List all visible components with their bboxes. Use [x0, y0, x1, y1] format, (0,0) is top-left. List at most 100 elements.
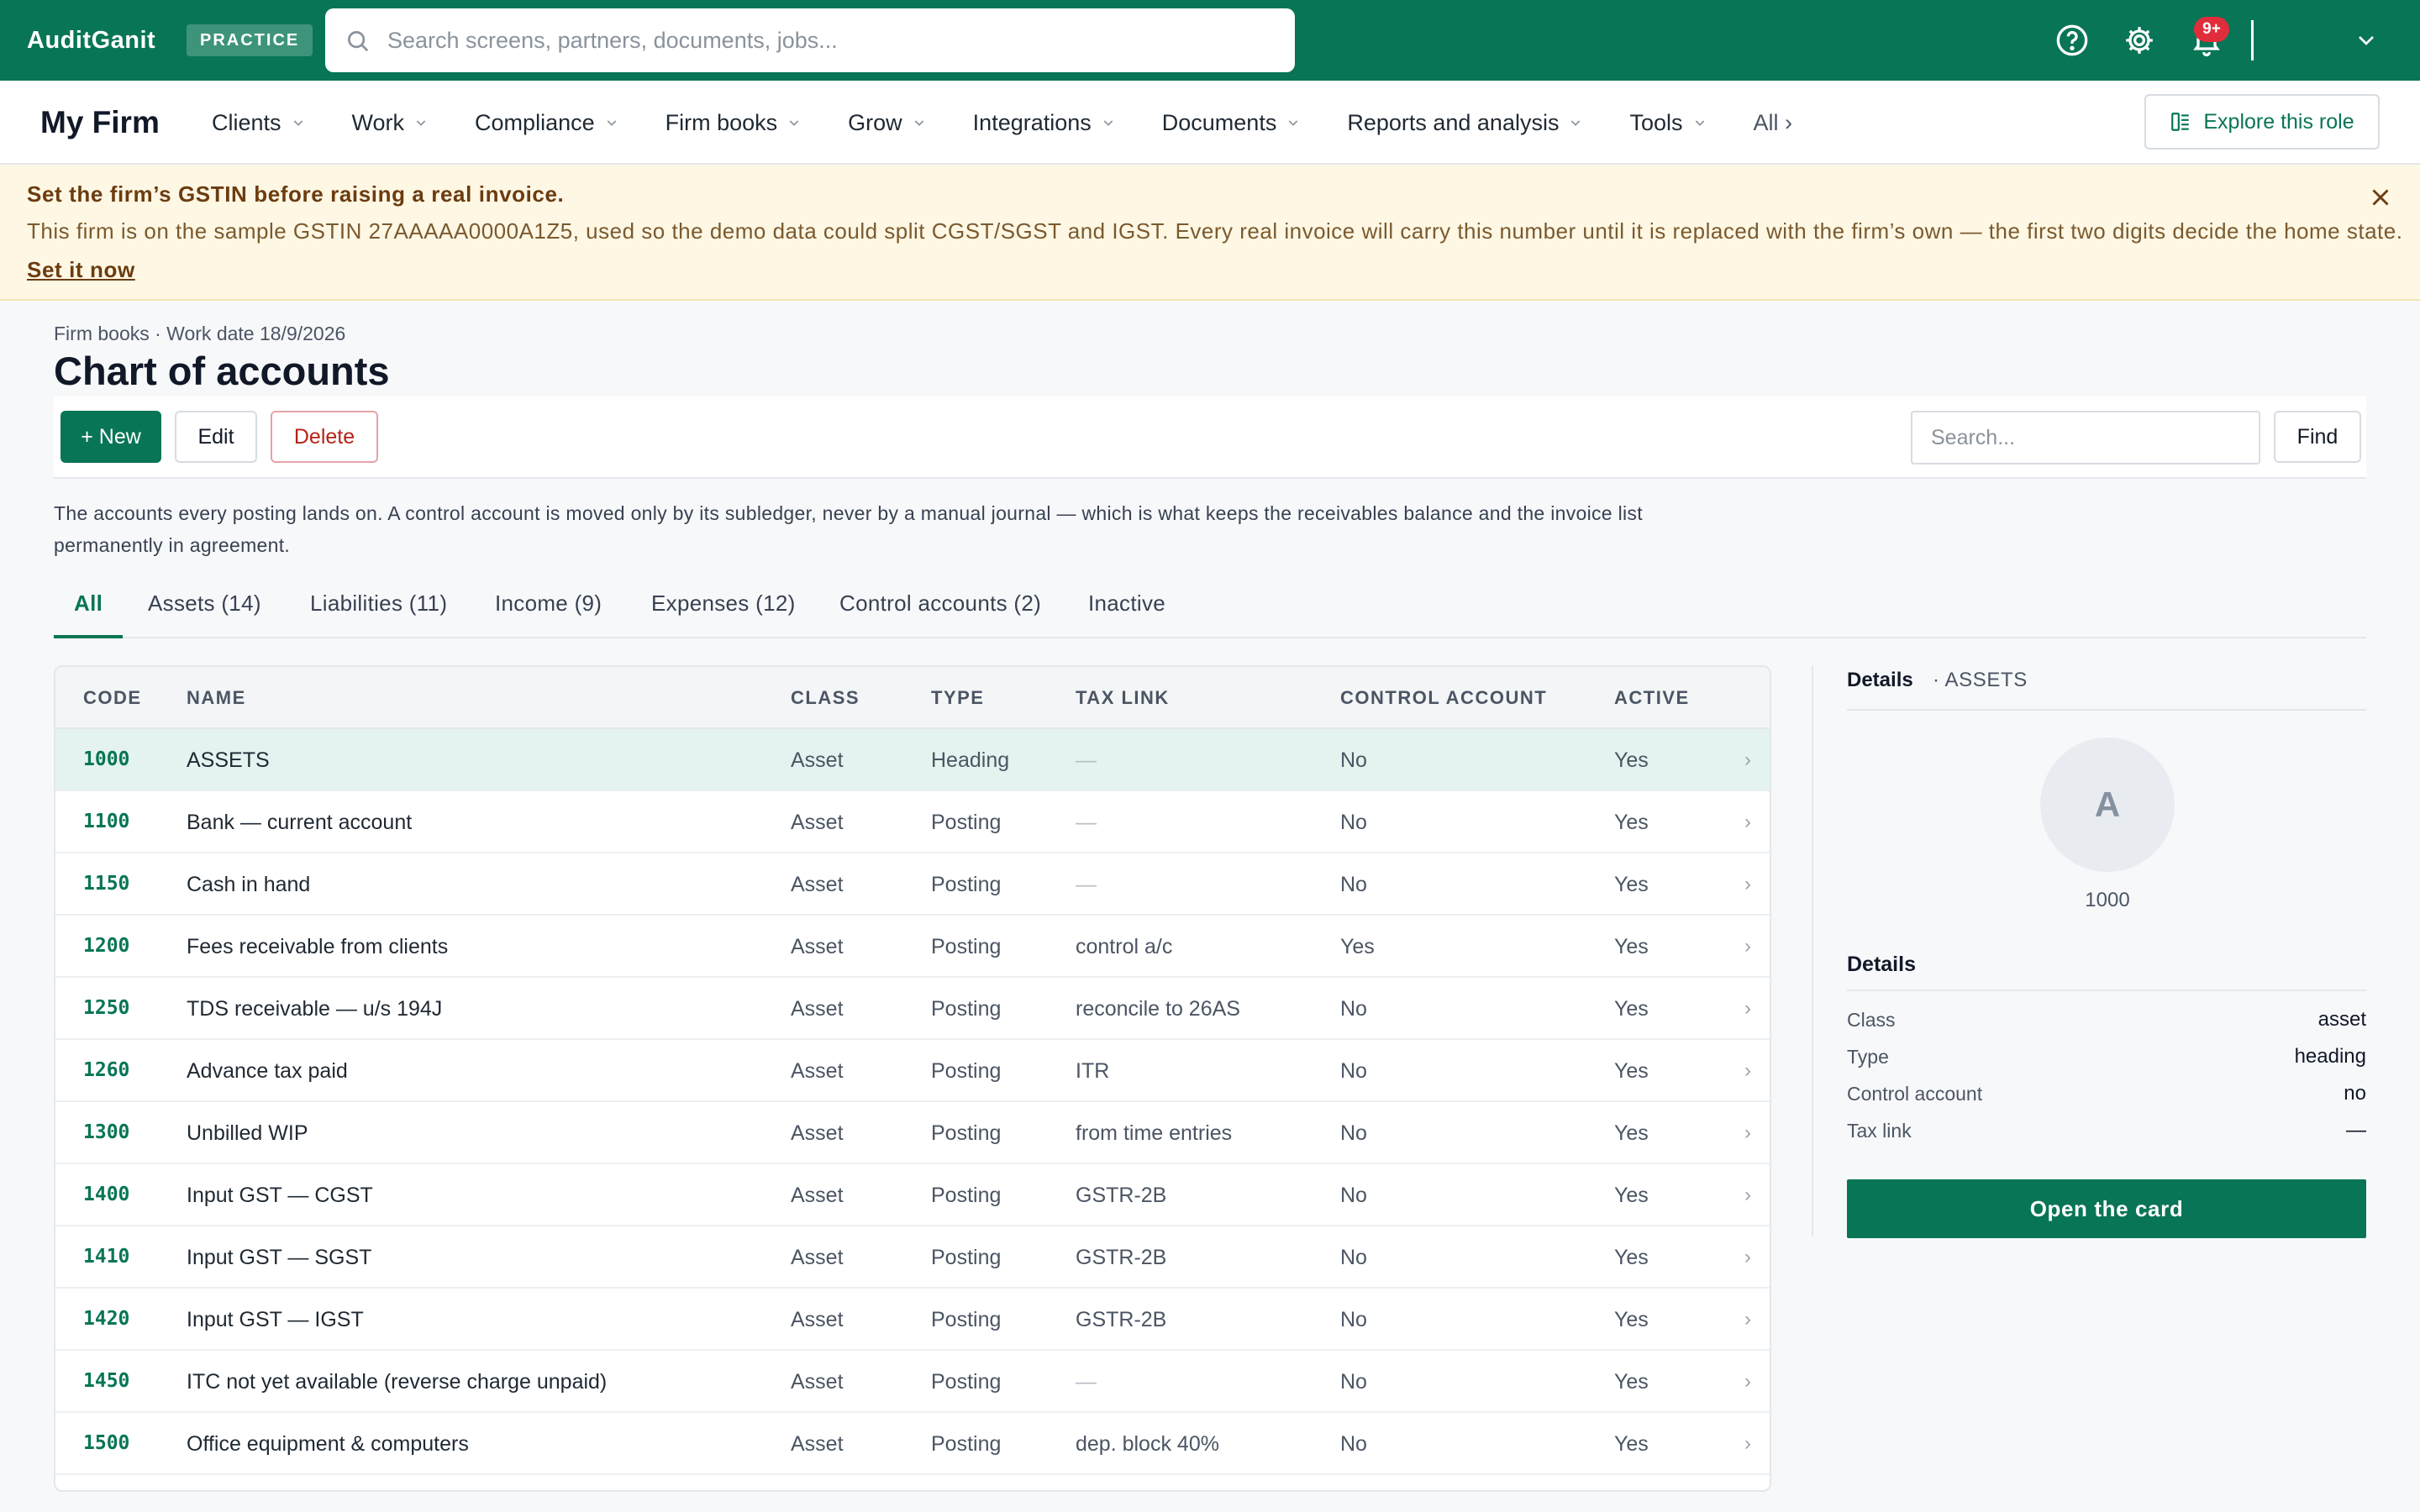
column-header-control-account[interactable]: CONTROL ACCOUNT [1340, 667, 1547, 729]
nav-item-grow[interactable]: Grow [848, 110, 926, 136]
tab-control-accounts[interactable]: Control accounts (2) [839, 578, 1041, 638]
cell-active: Yes [1614, 1246, 1649, 1269]
detail-value: — [2346, 1119, 2366, 1142]
cell-type: Posting [931, 1308, 1002, 1331]
nav-item-label: Grow [848, 109, 902, 135]
table-row[interactable]: 1260 Advance tax paid Asset Posting ITR No Yes… [55, 1040, 1770, 1102]
row-chevron-right-icon: › [1744, 1370, 1751, 1393]
row-chevron-right-icon: › [1744, 1308, 1751, 1331]
column-header-active[interactable]: ACTIVE [1614, 667, 1690, 729]
help-icon[interactable] [2055, 24, 2089, 57]
close-icon[interactable] [2366, 183, 2395, 212]
table-row[interactable]: 1100 Bank — current account Asset Posting — N… [55, 791, 1770, 853]
nav-item-tools[interactable]: Tools [1629, 110, 1706, 136]
gstin-warning-banner: Set the firm’s GSTIN before raising a re… [0, 165, 2420, 301]
account-menu-chevron-icon[interactable] [2353, 27, 2380, 54]
delete-button[interactable]: Delete [271, 411, 378, 463]
details-subheading: · ASSETS [1933, 669, 2028, 691]
open-card-button[interactable]: Open the card [1847, 1179, 2366, 1238]
table-search-input[interactable]: Search... [1911, 411, 2260, 465]
cell-code: 1000 [83, 748, 130, 770]
nav-item-work[interactable]: Work [352, 110, 429, 136]
table-row[interactable]: 1420 Input GST — IGST Asset Posting GSTR-2B N… [55, 1289, 1770, 1351]
nav-item-reports[interactable]: Reports and analysis [1347, 110, 1582, 136]
row-chevron-right-icon: › [1744, 1121, 1751, 1144]
table-row[interactable]: 1410 Input GST — SGST Asset Posting GSTR-2B N… [55, 1226, 1770, 1289]
page-title: Chart of accounts [54, 349, 390, 393]
cell-class: Asset [791, 1184, 844, 1207]
table-row[interactable]: 1000 ASSETS Asset Heading — No Yes › [55, 729, 1770, 791]
cell-name: Fees receivable from clients [187, 935, 449, 958]
row-chevron-right-icon: › [1744, 935, 1751, 958]
search-placeholder: Search screens, partners, documents, job… [387, 28, 838, 53]
column-header-code[interactable]: CODE [83, 667, 142, 729]
accounts-table: CODE NAME CLASS TYPE TAX LINK CONTROL AC… [54, 665, 1771, 1492]
cell-code: 1300 [83, 1121, 130, 1143]
nav-item-compliance[interactable]: Compliance [475, 110, 618, 136]
detail-row-type: Type heading [1847, 1038, 2366, 1075]
nav-item-documents[interactable]: Documents [1162, 110, 1301, 136]
table-row[interactable]: 1450 ITC not yet available (reverse charg… [55, 1351, 1770, 1413]
set-it-now-link[interactable]: Set it now [27, 257, 135, 283]
cell-type: Posting [931, 1246, 1002, 1269]
notification-count-badge: 9+ [2194, 17, 2229, 42]
column-header-type[interactable]: TYPE [931, 667, 984, 729]
tab-assets[interactable]: Assets (14) [148, 578, 261, 638]
nav-item-label: Firm books [665, 109, 778, 135]
table-row[interactable]: 1150 Cash in hand Asset Posting — No Yes › [55, 853, 1770, 916]
cell-class: Asset [791, 1059, 844, 1083]
cell-code: 1410 [83, 1246, 130, 1268]
column-header-tax-link[interactable]: TAX LINK [1076, 667, 1170, 729]
top-bar: AuditGanit PRACTICE Search screens, part… [0, 0, 2420, 81]
tab-inactive[interactable]: Inactive [1088, 578, 1165, 638]
cell-active: Yes [1614, 997, 1649, 1021]
new-account-button[interactable]: + New [60, 411, 161, 463]
firm-name[interactable]: My Firm [40, 81, 160, 165]
column-header-class[interactable]: CLASS [791, 667, 860, 729]
table-row[interactable]: 1500 Office equipment & computers Asset Pos… [55, 1413, 1770, 1475]
table-header: CODE NAME CLASS TYPE TAX LINK CONTROL AC… [55, 667, 1770, 729]
table-row[interactable]: 1400 Input GST — CGST Asset Posting GSTR-2B N… [55, 1164, 1770, 1226]
cell-class: Asset [791, 1246, 844, 1269]
cell-name: ITC not yet available (reverse charge un… [187, 1370, 608, 1394]
cell-code: 1200 [83, 935, 130, 957]
layout-list-icon [2171, 113, 2190, 131]
cell-control-account: No [1340, 748, 1367, 772]
nav-item-firm-books[interactable]: Firm books [666, 110, 802, 136]
table-row[interactable]: 1200 Fees receivable from clients Asset Pos… [55, 916, 1770, 978]
gear-icon[interactable] [2123, 24, 2156, 57]
chevron-down-icon [293, 120, 302, 126]
tab-expenses[interactable]: Expenses (12) [651, 578, 796, 638]
chevron-down-icon [1571, 120, 1581, 126]
nav-item-label: Documents [1161, 109, 1277, 135]
column-header-name[interactable]: NAME [187, 667, 246, 729]
nav-all-link[interactable]: All › [1754, 110, 1793, 136]
explore-role-button[interactable]: Explore this role [2144, 94, 2380, 150]
table-row[interactable]: 1250 TDS receivable — u/s 194J Asset Postin… [55, 978, 1770, 1040]
cell-tax-link: GSTR-2B [1076, 1184, 1167, 1207]
app-logo[interactable]: AuditGanit [27, 0, 155, 81]
edit-button[interactable]: Edit [175, 411, 257, 463]
cell-name: Unbilled WIP [187, 1121, 308, 1145]
avatar: A [2040, 738, 2175, 872]
details-section-title: Details [1847, 953, 1916, 976]
row-chevron-right-icon: › [1744, 1246, 1751, 1268]
global-search-input[interactable]: Search screens, partners, documents, job… [325, 8, 1295, 72]
cell-code: 1260 [83, 1059, 130, 1081]
find-button[interactable]: Find [2274, 411, 2361, 463]
page-description: The accounts every posting lands on. A c… [54, 502, 1643, 556]
nav-item-clients[interactable]: Clients [212, 110, 305, 136]
tab-liabilities[interactable]: Liabilities (11) [310, 578, 447, 638]
table-row[interactable]: 1300 Unbilled WIP Asset Posting from time en… [55, 1102, 1770, 1164]
detail-value: asset [2317, 1008, 2366, 1031]
cell-code: 1150 [83, 873, 130, 895]
account-code-label: 1000 [2085, 889, 2130, 911]
cell-class: Asset [791, 748, 844, 772]
cell-active: Yes [1614, 1121, 1649, 1145]
row-chevron-right-icon: › [1744, 811, 1751, 833]
cell-tax-link: ITR [1076, 1059, 1110, 1083]
tab-income[interactable]: Income (9) [495, 578, 602, 638]
nav-item-integrations[interactable]: Integrations [973, 110, 1115, 136]
tab-all[interactable]: All [54, 578, 124, 638]
cell-class: Asset [791, 811, 844, 834]
